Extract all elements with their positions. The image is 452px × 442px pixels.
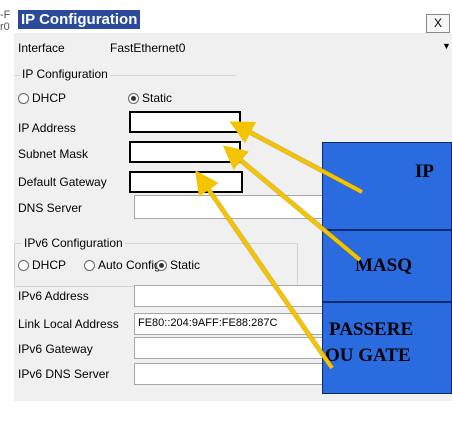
ipv6-static-radio[interactable] [156, 260, 167, 271]
ipv6-static-label: Static [170, 258, 201, 272]
link-local-address-label: Link Local Address [18, 317, 119, 331]
callout-mask-text: MASQ [355, 255, 412, 276]
callout-gateway-line2: OU GATE [325, 345, 411, 366]
callout-ip: IP [322, 142, 452, 230]
bottom-panel [14, 401, 452, 442]
callout-ip-text: IP [415, 161, 434, 182]
ipv6-address-input[interactable] [134, 285, 324, 307]
ip-address-label: IP Address [18, 121, 76, 135]
default-gateway-input[interactable] [129, 171, 243, 193]
ipv6-gateway-input[interactable] [134, 337, 324, 359]
ipv6-dhcp-label: DHCP [32, 258, 67, 272]
subnet-mask-label: Subnet Mask [18, 147, 89, 161]
left-fragment-2: r0 [0, 21, 10, 33]
subnet-mask-input[interactable] [129, 141, 241, 163]
ipv4-legend: IP Configuration [20, 67, 110, 81]
ipv4-static-radio[interactable] [128, 93, 139, 104]
ipv4-static-label: Static [142, 91, 173, 105]
chevron-down-icon[interactable]: ▼ [442, 41, 451, 51]
ip-address-input[interactable] [129, 111, 241, 133]
background-window-strip: -F r0 [0, 0, 14, 442]
dns-server-input[interactable] [134, 195, 324, 219]
ipv6-dns-server-input[interactable] [134, 363, 324, 385]
ipv4-dhcp-radio[interactable] [18, 93, 29, 104]
default-gateway-label: Default Gateway [18, 175, 107, 189]
title-bar: IP Configuration X [14, 0, 452, 33]
callout-gateway: PASSERE OU GATE [322, 302, 452, 394]
window-title: IP Configuration [18, 10, 141, 29]
ipv6-gateway-label: IPv6 Gateway [18, 342, 93, 356]
ipv4-dhcp-label: DHCP [32, 91, 67, 105]
link-local-address-field[interactable]: FE80::204:9AFF:FE88:287C [134, 313, 324, 335]
ipv6-auto-config-label: Auto Config [98, 258, 161, 272]
ipv6-address-label: IPv6 Address [18, 289, 89, 303]
interface-select[interactable]: FastEthernet0 [110, 41, 185, 55]
left-fragment-1: -F [0, 9, 11, 21]
dns-server-label: DNS Server [18, 201, 83, 215]
close-button[interactable]: X [426, 14, 450, 33]
ipv6-dhcp-radio[interactable] [18, 260, 29, 271]
callout-gateway-line1: PASSERE [329, 319, 414, 340]
interface-label: Interface [18, 41, 65, 55]
ipv6-dns-server-label: IPv6 DNS Server [18, 367, 110, 381]
callout-mask: MASQ [322, 230, 452, 302]
ipv6-auto-config-radio[interactable] [84, 260, 95, 271]
ipv6-legend: IPv6 Configuration [22, 236, 125, 250]
